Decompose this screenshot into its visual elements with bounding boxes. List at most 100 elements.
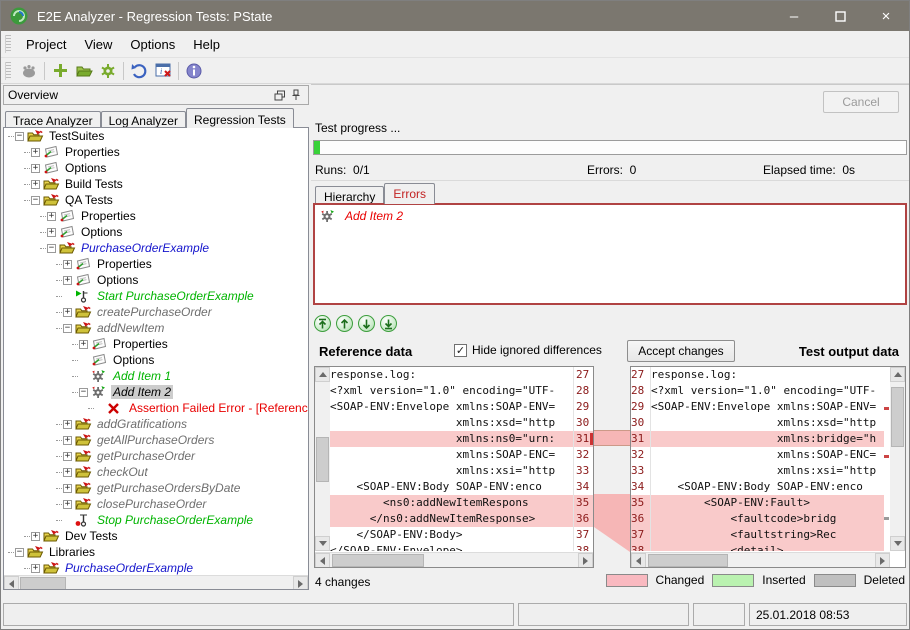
scroll-up-icon[interactable] [890, 367, 905, 382]
last-difference-icon[interactable] [380, 315, 397, 332]
previous-difference-icon[interactable] [336, 315, 353, 332]
tree-item[interactable]: + getAllPurchaseOrders [4, 432, 308, 448]
tree-item[interactable]: − Add Item 2 [4, 384, 308, 400]
menu-drag-handle[interactable] [5, 35, 11, 53]
toolbar-drag-handle[interactable] [5, 62, 11, 80]
collapse-minus-icon[interactable]: − [15, 548, 24, 557]
tree-item[interactable]: − PurchaseOrderExample [4, 240, 308, 256]
output-horizontal-scrollbar[interactable] [631, 552, 890, 567]
pin-icon[interactable] [288, 88, 304, 102]
tree-item[interactable]: + getPurchaseOrder [4, 448, 308, 464]
minimize-button[interactable]: – [771, 1, 817, 31]
expand-plus-icon[interactable]: + [31, 532, 40, 541]
tree-item[interactable]: + Dev Tests [4, 528, 308, 544]
tree-horizontal-scrollbar[interactable] [4, 575, 308, 590]
diff-line[interactable]: xmlns:xsi="http33 [330, 463, 593, 479]
expand-plus-icon[interactable]: + [47, 228, 56, 237]
expand-plus-icon[interactable]: + [63, 308, 72, 317]
error-list-item[interactable]: Add Item 2 [320, 209, 900, 223]
scroll-right-icon[interactable] [875, 553, 890, 568]
collapse-minus-icon[interactable]: − [79, 388, 88, 397]
scroll-up-icon[interactable] [315, 367, 330, 382]
tree-item[interactable]: + getPurchaseOrdersByDate [4, 480, 308, 496]
diff-line[interactable]: xmlns:ns0="urn:31 [330, 431, 593, 447]
scrollbar-thumb[interactable] [332, 554, 424, 567]
expand-plus-icon[interactable]: + [63, 436, 72, 445]
tree-item[interactable]: + closePurchaseOrder [4, 496, 308, 512]
expand-plus-icon[interactable]: + [63, 500, 72, 509]
checkbox-checked-icon[interactable]: ✓ [454, 344, 467, 357]
diff-line[interactable]: </SOAP-ENV:Envelope>38 [330, 543, 593, 551]
diff-line[interactable]: <ns0:addNewItemRespons35 [330, 495, 593, 511]
expand-plus-icon[interactable]: + [79, 340, 88, 349]
expand-plus-icon[interactable]: + [31, 164, 40, 173]
diff-line[interactable]: 31 xmlns:bridge="h [631, 431, 884, 447]
undo-icon[interactable] [127, 60, 151, 82]
tree-item[interactable]: + Build Tests [4, 176, 308, 192]
run-disabled-icon[interactable] [17, 60, 41, 82]
close-button[interactable]: × [863, 1, 909, 31]
scroll-left-icon[interactable] [4, 576, 19, 590]
diff-line[interactable]: <?xml version="1.0" encoding="UTF-28 [330, 383, 593, 399]
expand-plus-icon[interactable]: + [31, 564, 40, 573]
tree-item[interactable]: + Properties [4, 144, 308, 160]
collapse-minus-icon[interactable]: − [47, 244, 56, 253]
reference-vertical-scrollbar[interactable] [315, 367, 330, 551]
tree-item[interactable]: + Properties [4, 256, 308, 272]
diff-line[interactable]: 29<SOAP-ENV:Envelope xmlns:SOAP-ENV= [631, 399, 884, 415]
tree-item[interactable]: + Properties [4, 208, 308, 224]
diff-line[interactable]: xmlns:xsd="http30 [330, 415, 593, 431]
menu-help[interactable]: Help [184, 33, 229, 56]
tab-errors[interactable]: Errors [384, 183, 435, 204]
tree-item[interactable]: Add Item 1 [4, 368, 308, 384]
diff-line[interactable]: response.log:27 [330, 367, 593, 383]
tab-regression-tests[interactable]: Regression Tests [186, 108, 294, 128]
diff-line[interactable]: 34 <SOAP-ENV:Body SOAP-ENV:enco [631, 479, 884, 495]
expand-plus-icon[interactable]: + [63, 420, 72, 429]
settings-gear-icon[interactable] [96, 60, 120, 82]
tree-item[interactable]: − TestSuites [4, 128, 308, 144]
hide-ignored-checkbox-wrap[interactable]: ✓ Hide ignored differences [454, 343, 602, 357]
scrollbar-thumb[interactable] [891, 387, 904, 447]
tree-item[interactable]: + checkOut [4, 464, 308, 480]
tree-item[interactable]: + Properties [4, 336, 308, 352]
tab-trace-analyzer[interactable]: Trace Analyzer [5, 111, 101, 128]
scroll-right-icon[interactable] [578, 553, 593, 568]
tree-item[interactable]: + Options [4, 224, 308, 240]
diff-line[interactable]: 36 <faultcode>bridg [631, 511, 884, 527]
expand-plus-icon[interactable]: + [31, 148, 40, 157]
tree-item[interactable]: − addNewItem [4, 320, 308, 336]
scroll-down-icon[interactable] [315, 536, 330, 551]
reference-horizontal-scrollbar[interactable] [315, 552, 593, 567]
scroll-down-icon[interactable] [890, 536, 905, 551]
collapse-minus-icon[interactable]: − [15, 132, 24, 141]
tree-item[interactable]: − QA Tests [4, 192, 308, 208]
diff-line[interactable]: <SOAP-ENV:Envelope xmlns:SOAP-ENV=29 [330, 399, 593, 415]
diff-line[interactable]: 38 <detail> [631, 543, 884, 551]
diff-line[interactable]: 27response.log: [631, 367, 884, 383]
maximize-button[interactable] [817, 1, 863, 31]
tree-item[interactable]: Assertion Failed Error - [Reference [4, 400, 308, 416]
diff-line[interactable]: 37 <faultstring>Rec [631, 527, 884, 543]
add-icon[interactable] [48, 60, 72, 82]
report-window-icon[interactable]: i [151, 60, 175, 82]
tree-item[interactable]: + Options [4, 160, 308, 176]
menu-project[interactable]: Project [17, 33, 75, 56]
tree-item[interactable]: + createPurchaseOrder [4, 304, 308, 320]
tree-item[interactable]: − Libraries [4, 544, 308, 560]
diff-line[interactable]: </ns0:addNewItemResponse>36 [330, 511, 593, 527]
menu-view[interactable]: View [75, 33, 121, 56]
diff-line[interactable]: 32 xmlns:SOAP-ENC= [631, 447, 884, 463]
expand-plus-icon[interactable]: + [63, 276, 72, 285]
tree-item[interactable]: Stop PurchaseOrderExample [4, 512, 308, 528]
next-difference-icon[interactable] [358, 315, 375, 332]
tree-item[interactable]: + Options [4, 272, 308, 288]
scroll-right-icon[interactable] [293, 576, 308, 590]
diff-line[interactable]: 33 xmlns:xsi="http [631, 463, 884, 479]
scrollbar-thumb[interactable] [648, 554, 728, 567]
diff-line[interactable]: 30 xmlns:xsd="http [631, 415, 884, 431]
collapse-minus-icon[interactable]: − [63, 324, 72, 333]
info-icon[interactable] [182, 60, 206, 82]
diff-line[interactable]: xmlns:SOAP-ENC=32 [330, 447, 593, 463]
collapse-minus-icon[interactable]: − [31, 196, 40, 205]
